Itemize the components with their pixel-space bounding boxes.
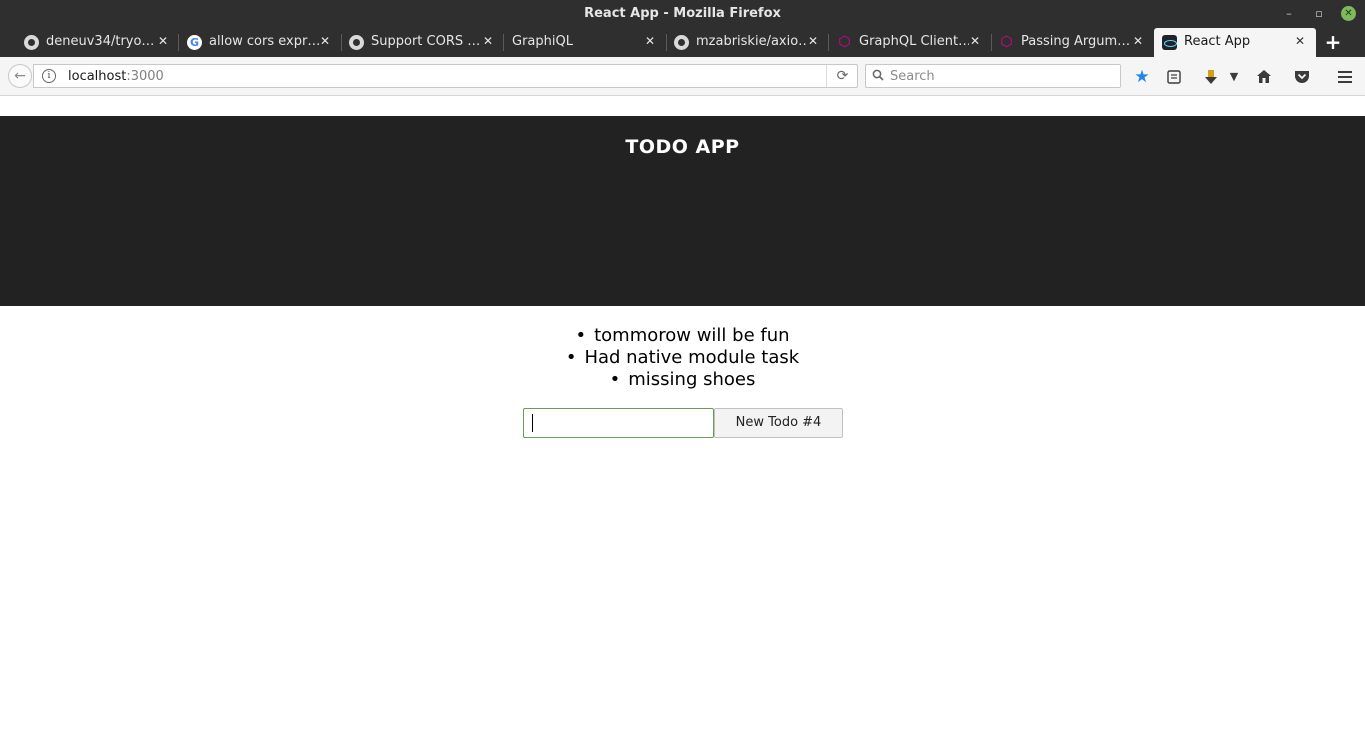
search-icon (872, 69, 884, 81)
tab-graphiql[interactable]: GraphiQL ✕ (504, 28, 667, 57)
todo-item: Had native module task (0, 347, 1365, 369)
reader-list-glyph (1167, 70, 1181, 84)
menu-glyph (1338, 71, 1352, 83)
star-icon[interactable]: ★ (1131, 66, 1153, 88)
tab-google-cors[interactable]: G allow cors expr… ✕ (179, 28, 342, 57)
tab-react-app[interactable]: React App ✕ (1154, 28, 1316, 57)
tab-label: Passing Argum… (1021, 34, 1131, 49)
menu-icon[interactable] (1334, 66, 1356, 88)
tab-label: Support CORS … (371, 34, 481, 49)
github-icon (24, 35, 39, 50)
url-text[interactable]: localhost:3000 (68, 69, 164, 84)
home-glyph (1257, 70, 1271, 83)
home-icon[interactable] (1253, 66, 1275, 88)
graphql-icon: ⬡ (838, 34, 851, 50)
todo-item: missing shoes (0, 369, 1365, 391)
tab-close-icon[interactable]: ✕ (156, 34, 170, 48)
reload-icon[interactable]: ⟳ (826, 65, 858, 87)
react-icon (1162, 35, 1177, 50)
search-input[interactable]: Search (865, 64, 1121, 88)
tab-close-icon[interactable]: ✕ (1131, 34, 1145, 48)
pocket-icon[interactable] (1291, 66, 1313, 88)
github-icon (674, 35, 689, 50)
tab-close-icon[interactable]: ✕ (806, 34, 820, 48)
pocket-glyph (1295, 71, 1309, 83)
close-window-button[interactable]: ✕ (1341, 6, 1356, 21)
reader-list-icon[interactable] (1163, 66, 1185, 88)
app-header: TODO APP (0, 116, 1365, 306)
app-title: TODO APP (625, 136, 740, 158)
tab-graphql-client[interactable]: ⬡ GraphQL Client… ✕ (829, 28, 992, 57)
tab-label: allow cors expr… (209, 34, 319, 49)
window-title: React App - Mozilla Firefox (584, 6, 781, 21)
navigation-toolbar: ← i localhost:3000 ⟳ Search ★ ▼ (0, 57, 1365, 96)
url-port: :3000 (126, 69, 164, 84)
github-icon (349, 35, 364, 50)
todo-item: tommorow will be fun (0, 325, 1365, 347)
page-content: TODO APP tommorow will be fun Had native… (0, 97, 1365, 737)
window-titlebar: React App - Mozilla Firefox – ▫ ✕ (0, 0, 1365, 28)
todo-list: tommorow will be fun Had native module t… (0, 325, 1365, 391)
tab-close-icon[interactable]: ✕ (968, 34, 982, 48)
google-icon: G (187, 35, 202, 50)
tab-label: React App (1184, 34, 1251, 49)
url-bar[interactable]: i localhost:3000 ⟳ (33, 64, 858, 88)
text-caret (532, 414, 533, 432)
info-icon[interactable]: i (42, 69, 56, 83)
chevron-down-icon[interactable]: ▼ (1223, 66, 1245, 88)
tab-passing-arguments[interactable]: ⬡ Passing Argum… ✕ (991, 28, 1153, 57)
new-todo-input[interactable] (523, 408, 714, 438)
back-arrow-icon[interactable]: ← (8, 64, 32, 88)
tab-support-cors[interactable]: Support CORS … ✕ (341, 28, 504, 57)
maximize-button[interactable]: ▫ (1311, 6, 1327, 22)
download-glyph (1205, 70, 1217, 84)
graphql-icon: ⬡ (1000, 34, 1013, 50)
tab-label: deneuv34/tryo… (46, 34, 155, 49)
tab-label: mzabriskie/axio… (696, 34, 806, 49)
tab-github-axios[interactable]: mzabriskie/axio… ✕ (666, 28, 829, 57)
url-host: localhost (68, 69, 127, 84)
tab-close-icon[interactable]: ✕ (1293, 34, 1307, 48)
download-icon[interactable] (1200, 66, 1222, 88)
tab-strip: deneuv34/tryo… ✕ G allow cors expr… ✕ Su… (0, 28, 1365, 57)
tab-close-icon[interactable]: ✕ (643, 34, 657, 48)
search-placeholder: Search (890, 69, 935, 84)
tab-close-icon[interactable]: ✕ (318, 34, 332, 48)
tab-label: GraphiQL (512, 34, 573, 49)
new-tab-button[interactable]: + (1322, 31, 1344, 53)
minimize-button[interactable]: – (1281, 6, 1297, 22)
tab-github-tryo[interactable]: deneuv34/tryo… ✕ (16, 28, 179, 57)
tab-label: GraphQL Client… (859, 34, 969, 49)
tab-close-icon[interactable]: ✕ (481, 34, 495, 48)
new-todo-button[interactable]: New Todo #4 (714, 408, 843, 438)
